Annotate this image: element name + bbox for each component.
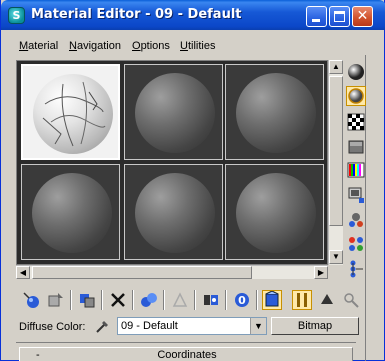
sample-slot-6[interactable] [225,164,324,260]
show-map-in-viewport-icon[interactable]: 0 [232,290,252,310]
rollout-title: Coordinates [157,349,217,361]
options-icon[interactable] [346,210,366,230]
close-icon: ✕ [356,8,369,24]
put-to-library-icon[interactable] [170,290,190,310]
toolbar-separator [194,290,196,310]
assign-material-icon[interactable] [77,290,97,310]
slots-horizontal-scrollbar[interactable]: ◀ ▶ [16,265,328,279]
select-by-material-icon[interactable] [346,234,366,254]
sample-slots-panel [16,60,328,265]
scroll-up-arrow-icon[interactable]: ▲ [329,60,343,74]
eyedropper-icon[interactable] [93,317,113,335]
material-map-navigator-icon[interactable] [346,258,366,278]
material-effects-channel-icon[interactable] [201,290,221,310]
maximize-icon [334,11,345,22]
menu-bar: Material Navigation Options Utilities [1,37,385,55]
close-button[interactable]: ✕ [352,6,373,27]
sample-slot-4[interactable] [21,164,120,260]
scroll-right-arrow-icon[interactable]: ▶ [314,266,328,279]
reset-map-icon[interactable] [108,290,128,310]
bitmap-button[interactable]: Bitmap [271,317,359,335]
material-name-value: 09 - Default [121,320,178,332]
vertical-scroll-thumb[interactable] [329,76,343,226]
put-material-to-scene-icon[interactable] [46,290,66,310]
toolbar-separator [70,290,72,310]
chevron-down-icon[interactable]: ▼ [250,318,266,334]
coordinates-rollout: - Coordinates [16,342,356,361]
material-editor-window: S Material Editor - 09 - Default ✕ Mater… [0,0,385,361]
toolbar-separator [163,290,165,310]
sample-type-sphere-icon[interactable] [346,62,366,82]
slots-vertical-scrollbar[interactable]: ▲ ▼ [328,60,343,265]
horizontal-scroll-thumb[interactable] [32,266,252,279]
show-end-result-icon[interactable] [262,290,282,310]
material-sphere-preview [236,173,316,253]
backlight-icon[interactable] [346,86,366,106]
diffuse-color-label: Diffuse Color: [19,321,86,333]
svg-text:0: 0 [238,294,246,307]
material-name-dropdown[interactable]: 09 - Default ▼ [117,317,267,335]
rollout-header[interactable]: - Coordinates [19,347,353,361]
menu-utilities[interactable]: Utilities [180,40,215,52]
material-sphere-preview [135,173,215,253]
menu-material[interactable]: Material [19,40,58,52]
window-title: Material Editor - 09 - Default [31,7,242,22]
toolbar-separator [101,290,103,310]
sample-slot-2[interactable] [124,64,223,160]
video-color-check-icon[interactable] [346,160,366,180]
make-unique-icon[interactable] [139,290,159,310]
sample-slot-5[interactable] [124,164,223,260]
material-sphere-preview [32,173,112,253]
wireframe-sketch-overlay [42,81,106,147]
sample-slot-3[interactable] [225,64,324,160]
go-forward-to-sibling-icon[interactable] [317,290,337,310]
make-preview-icon[interactable] [346,185,366,205]
background-checker-icon[interactable] [346,112,366,132]
minimize-button[interactable] [306,6,327,27]
sample-uv-tiling-icon[interactable] [346,137,366,157]
app-icon[interactable]: S [8,7,25,24]
get-material-icon[interactable] [21,290,41,310]
pick-material-icon[interactable] [341,290,361,310]
scroll-left-arrow-icon[interactable]: ◀ [16,266,30,279]
toolbar-separator [256,290,258,310]
material-sphere-preview [135,73,215,153]
minimize-icon [312,19,320,22]
go-to-parent-icon[interactable] [292,290,312,310]
material-sphere-preview [236,73,316,153]
scroll-down-arrow-icon[interactable]: ▼ [329,250,343,264]
menu-navigation[interactable]: Navigation [69,40,121,52]
title-bar[interactable]: S Material Editor - 09 - Default ✕ [1,0,385,30]
toolbar-separator [225,290,227,310]
maximize-button[interactable] [329,6,350,27]
sample-slot-1[interactable] [21,64,120,160]
right-toolbar-strip [365,55,385,361]
toolbar-separator [132,290,134,310]
menu-options[interactable]: Options [132,40,170,52]
